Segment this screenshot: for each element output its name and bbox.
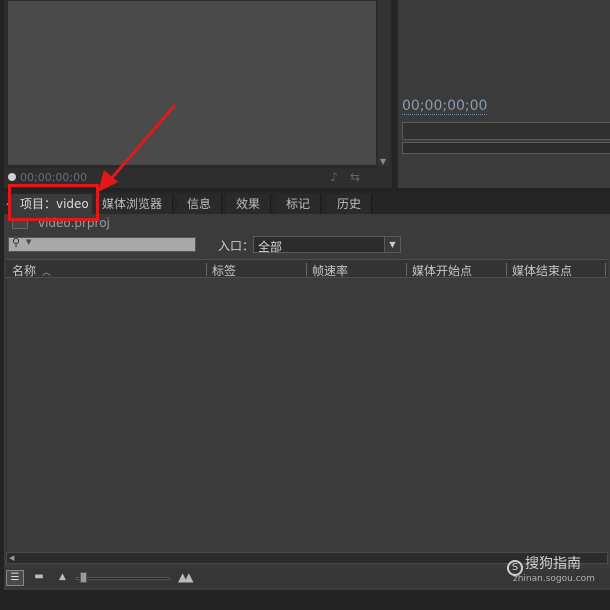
search-input[interactable]	[35, 238, 195, 251]
zoom-slider[interactable]	[76, 577, 170, 580]
program-time-ruler[interactable]	[402, 122, 610, 140]
program-monitor-panel: 00;00;00;00	[396, 0, 610, 188]
column-frame-rate[interactable]: 帧速率	[312, 262, 348, 279]
chevron-down-icon[interactable]: ▼	[384, 237, 400, 252]
project-item-list[interactable]	[6, 279, 608, 551]
search-icon[interactable]: ⚲	[12, 236, 20, 249]
tab-label: 历史	[337, 197, 362, 211]
tab-markers[interactable]: 标记	[276, 194, 322, 214]
scroll-left-arrow-icon[interactable]: ◀	[9, 553, 14, 563]
list-view-button[interactable]: ☰	[6, 570, 24, 586]
column-label: 名称	[12, 264, 37, 278]
column-divider[interactable]	[306, 263, 307, 276]
icon-view-button[interactable]: ▬	[32, 571, 46, 583]
in-point-label: 入口：	[218, 239, 255, 253]
tab-info[interactable]: 信息	[177, 194, 223, 214]
column-header-row: 名称 ︿ 标签 帧速率 媒体开始点 媒体结束点	[6, 259, 608, 278]
sort-ascending-icon[interactable]: ︿	[42, 268, 51, 278]
watermark-url: zhinan.sogou.com	[513, 574, 595, 584]
column-divider[interactable]	[206, 263, 207, 276]
project-panel: ◀ 项目：video× 媒体浏览器 信息 效果 标记 历史 video.prpr…	[4, 192, 610, 590]
column-divider[interactable]	[605, 263, 606, 276]
zoom-in-mountain-icon[interactable]: ▲▲	[178, 570, 194, 584]
program-timecode[interactable]: 00;00;00;00	[402, 98, 488, 115]
tab-label: 标记	[286, 197, 311, 211]
tab-label: 媒体浏览器	[102, 197, 163, 211]
source-monitor-view	[7, 0, 377, 166]
column-media-start[interactable]: 媒体开始点	[412, 262, 472, 279]
in-point-value: 全部	[258, 240, 283, 254]
program-zoom-bar[interactable]	[402, 142, 610, 154]
search-dropdown-icon[interactable]: ▼	[26, 238, 31, 246]
column-label-tag[interactable]: 标签	[212, 262, 236, 279]
annotation-highlight-box	[8, 184, 99, 221]
source-monitor-panel: ▼ 00;00;00;00 ♪⇆	[4, 0, 392, 188]
tab-label: 效果	[236, 197, 261, 211]
column-divider[interactable]	[506, 263, 507, 276]
source-monitor-scrollbar[interactable]: ▼	[378, 0, 390, 166]
monitor-tool-icons[interactable]: ♪⇆	[330, 170, 372, 184]
tab-effects[interactable]: 效果	[226, 194, 272, 214]
playhead-icon[interactable]	[8, 173, 16, 181]
zoom-out-mountain-icon[interactable]: ▲	[59, 572, 66, 582]
loop-icon[interactable]: ⇆	[350, 170, 372, 184]
tab-label: 信息	[187, 197, 212, 211]
column-name[interactable]: 名称 ︿	[12, 262, 51, 279]
watermark-logo: S 搜狗指南	[507, 553, 581, 576]
audio-icon[interactable]: ♪	[330, 170, 350, 184]
scroll-down-arrow-icon[interactable]: ▼	[380, 157, 386, 166]
column-divider[interactable]	[406, 263, 407, 276]
column-media-end[interactable]: 媒体结束点	[512, 262, 572, 279]
watermark-text: 搜狗指南	[525, 556, 581, 572]
source-timecode: 00;00;00;00	[20, 171, 88, 184]
search-box[interactable]: ⚲ ▼	[8, 236, 196, 252]
in-point-select[interactable]: 全部 ▼	[253, 236, 401, 254]
zoom-slider-thumb[interactable]	[80, 572, 87, 583]
tab-media-browser[interactable]: 媒体浏览器	[92, 194, 174, 214]
tab-history[interactable]: 历史	[327, 194, 373, 214]
